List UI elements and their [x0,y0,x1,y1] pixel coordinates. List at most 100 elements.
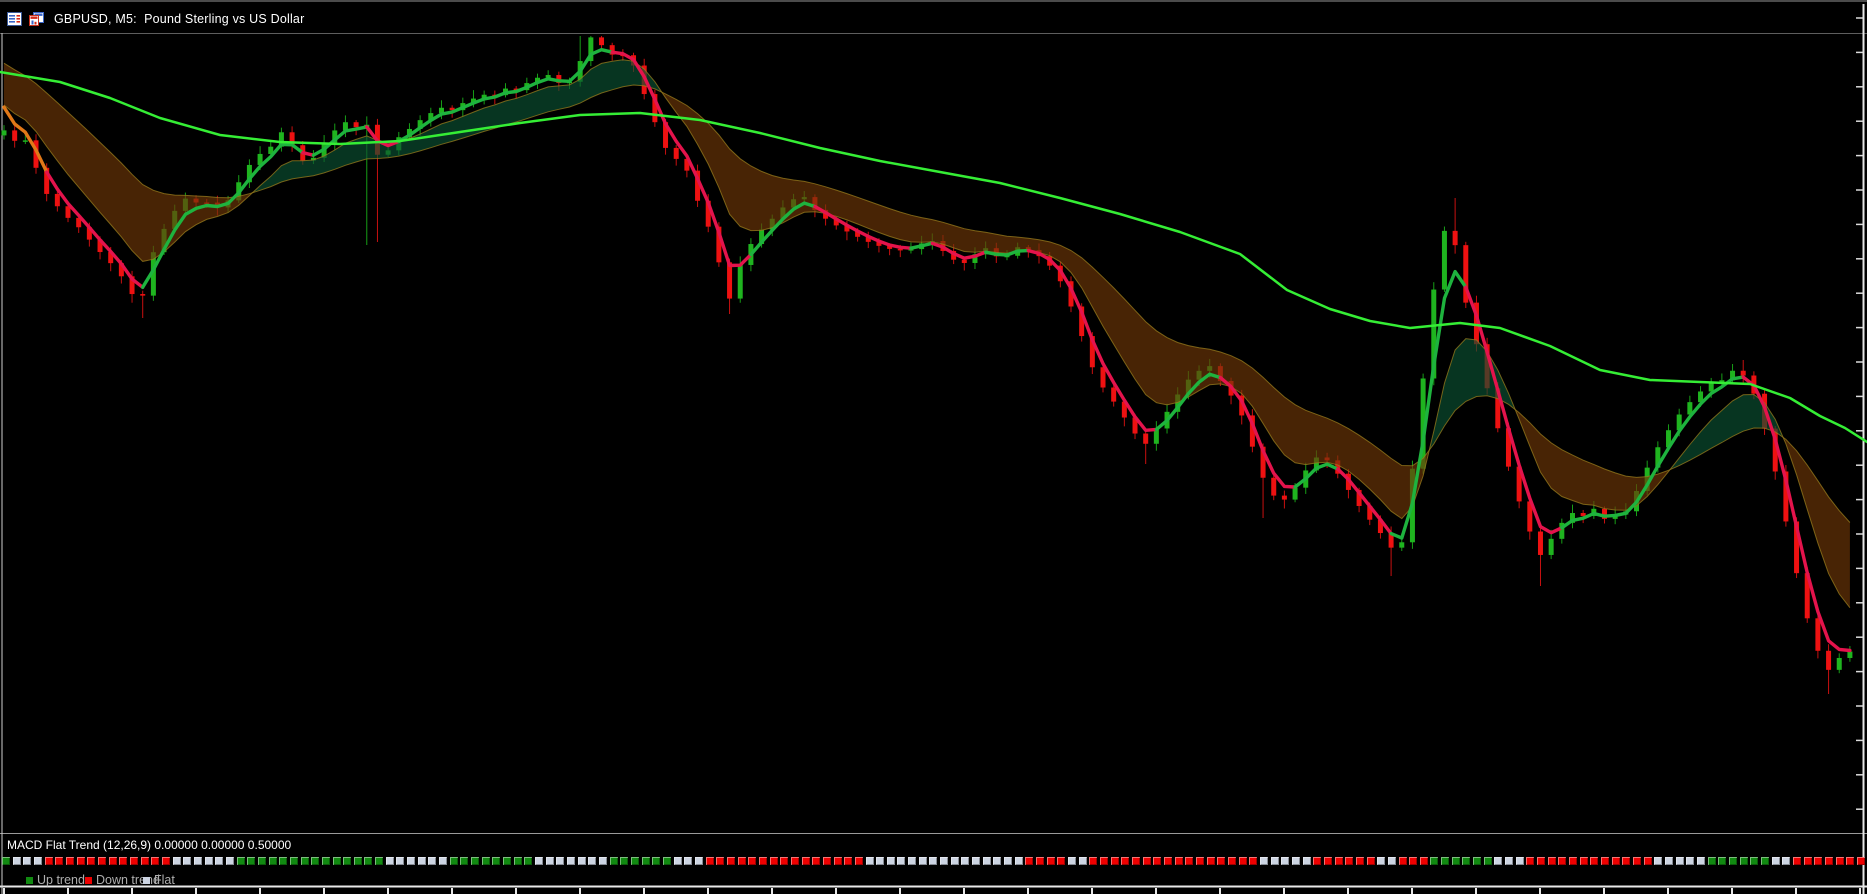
trend-dot [1451,857,1460,865]
trend-dot [1558,857,1567,865]
trend-dot [428,857,437,865]
trend-dot [1728,857,1737,865]
trend-dot [1387,857,1396,865]
trend-dot [1526,857,1535,865]
trend-dot [119,857,128,865]
trend-dot [407,857,416,865]
trend-dot [908,857,917,865]
candles [1,36,1853,694]
trend-dot [599,857,607,865]
trend-dot [1846,857,1855,865]
trend-dot [758,857,767,865]
trend-dot [1068,857,1076,865]
trend-dot [545,857,554,865]
price-chart-canvas[interactable] [0,2,1867,894]
trend-dot [1366,857,1375,865]
trend-dot [929,857,938,865]
trend-dot [1227,857,1236,865]
market-watch-icon[interactable] [7,11,22,26]
trend-dot [1611,857,1620,865]
trend-dot [993,857,1002,865]
trend-dot [204,857,213,865]
trend-dot [1323,857,1332,865]
trend-dot [865,857,874,865]
trend-dot [1377,857,1386,865]
trend-dot [1601,857,1609,865]
trend-dot [1515,857,1524,865]
trend-dot [876,857,885,865]
trend-dot [1163,857,1172,865]
trend-dot [1100,857,1108,865]
trend-dot [2,857,10,865]
trend-dot [844,857,853,865]
trend-dot [268,857,277,865]
trend-dot [1195,857,1204,865]
trend-dot [950,857,959,865]
trend-dot [1217,857,1226,865]
trend-dot [1792,857,1801,865]
trend-dot [1718,857,1727,865]
trend-dot [12,857,21,865]
trend-dot [257,857,266,865]
trend-dot [897,857,906,865]
chart-window: GBPUSD, M5: Pound Sterling vs US Dollar … [0,0,1867,894]
trend-dot [918,857,927,865]
trend-dot [417,857,426,865]
trend-dot [1696,857,1705,865]
trend-dot [1441,857,1450,865]
trend-dot [1590,857,1599,865]
trend-dot [247,857,256,865]
trend-dot [460,857,469,865]
trend-dot [1036,857,1044,865]
trend-dot [1419,857,1428,865]
trend-dot-row [0,857,1867,866]
trend-dot [1153,857,1162,865]
trend-dot [34,857,42,865]
trend-dot [588,857,597,865]
trend-dot [556,857,565,865]
trend-dot [1270,857,1279,865]
trend-dot [1313,857,1322,865]
trend-dot [1579,857,1588,865]
trend-dot [481,857,490,865]
trend-dot [492,857,501,865]
chart-window-icon[interactable] [29,11,44,26]
trend-dot [673,857,682,865]
trend-dot [236,857,245,865]
trend-dot [1089,857,1098,865]
indicator-label: MACD Flat Trend (12,26,9) 0.00000 0.0000… [7,838,292,852]
trend-dot [44,857,53,865]
trend-dot [1505,857,1514,865]
trend-dot [854,857,863,865]
trend-dot [737,857,746,865]
trend-dot [1622,857,1631,865]
trend-dot [279,857,288,865]
trend-dot [1462,857,1471,865]
trend-dot [812,857,821,865]
trend-dot [535,857,543,865]
trend-dot [1206,857,1215,865]
trend-dot [471,857,479,865]
trend-dot [151,857,160,865]
chart-titlebar[interactable]: GBPUSD, M5: Pound Sterling vs US Dollar [0,4,1867,33]
trend-dot [769,857,778,865]
trend-dot [609,857,618,865]
trend-dot [1633,857,1641,865]
trend-dot [1345,857,1354,865]
trend-dot [353,857,362,865]
trend-dot [1760,857,1769,865]
trend-dot [780,857,789,865]
trend-dot [1675,857,1684,865]
trend-dot [172,857,181,865]
trend-dot [1547,857,1556,865]
trend-dot [1473,857,1482,865]
trend-dot [1739,857,1748,865]
trend-dot [694,857,703,865]
trend-dot [1771,857,1780,865]
trend-dot [1430,857,1439,865]
trend-dot [161,857,170,865]
trend-dot [524,857,533,865]
trend-dot [1281,857,1290,865]
trend-dot [1238,857,1247,865]
trend-dot [1782,857,1791,865]
